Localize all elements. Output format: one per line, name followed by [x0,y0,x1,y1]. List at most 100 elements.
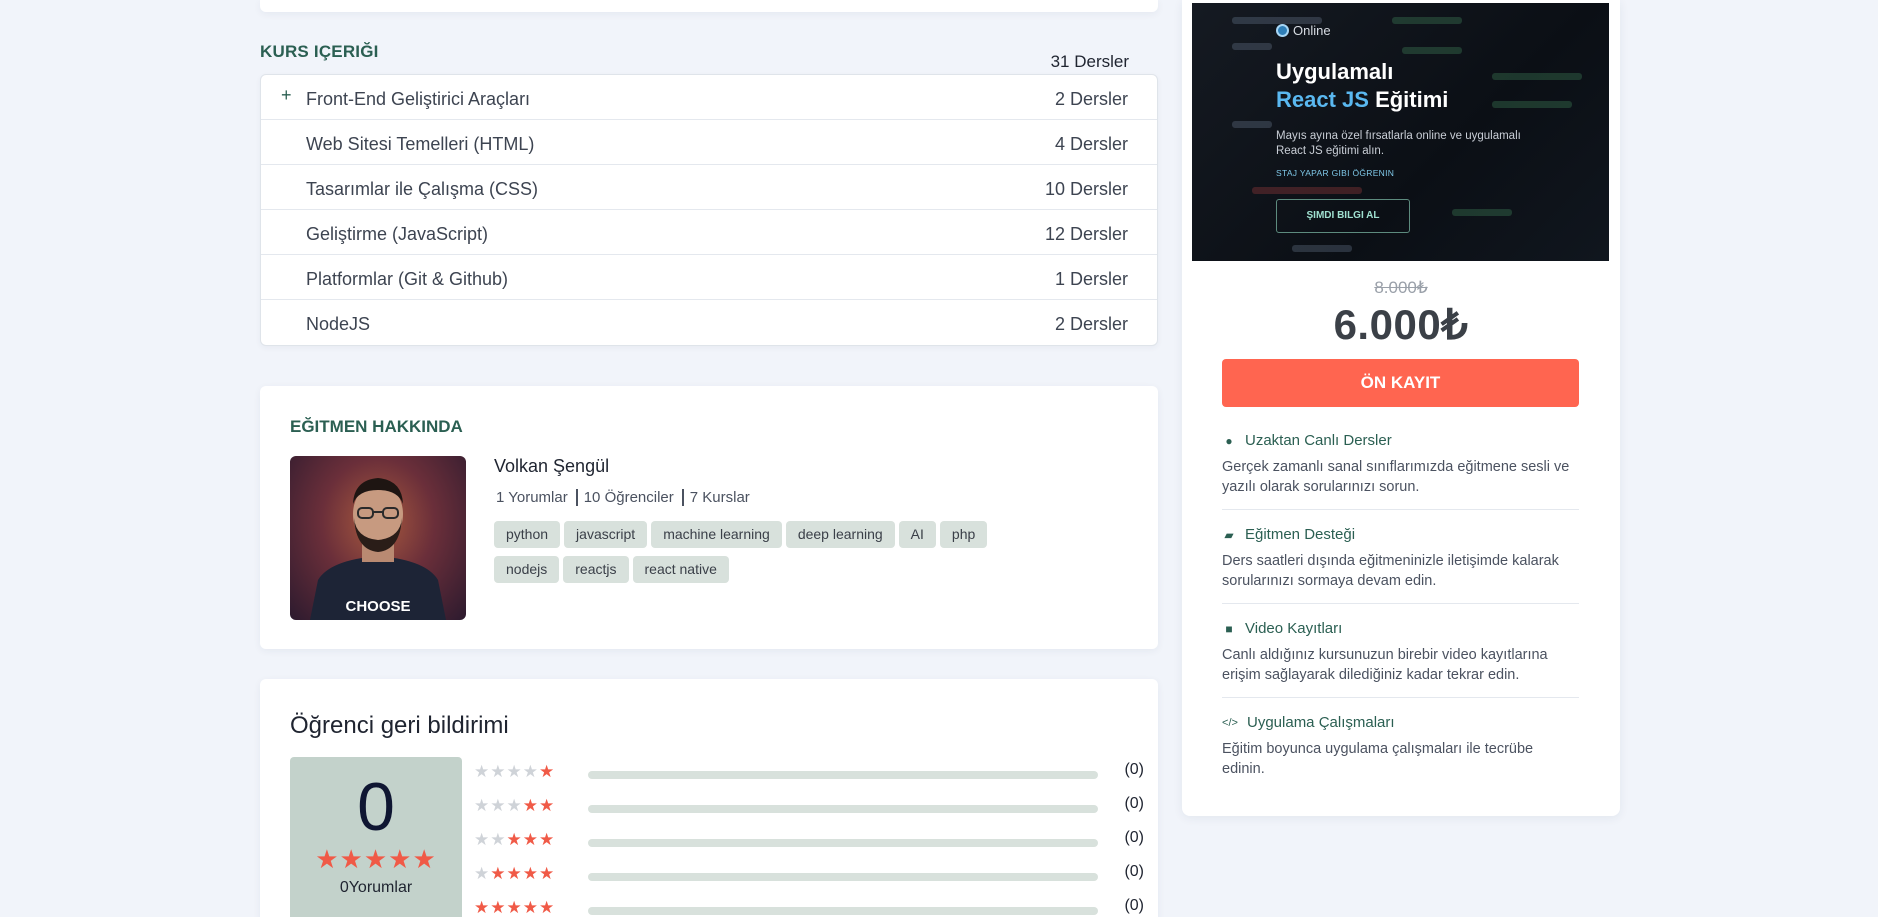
feature-practice: </> Uygulama Çalışmaları Eğitim boyunca u… [1222,714,1579,779]
star-icon: ★ [506,762,523,781]
banner-subtitle: STAJ YAPAR GIBI ÖĞRENIN [1276,168,1395,178]
code-line [1252,187,1362,194]
curriculum-section[interactable]: NodeJS 2 Dersler [261,300,1157,345]
instructor-name[interactable]: Volkan Şengül [494,456,609,477]
rating-bar [588,771,1098,779]
rating-count: (0) [1124,829,1144,846]
star-icon: ★ [522,864,539,883]
star-icon: ★ [506,864,523,883]
star-icon: ★★★★★ [474,762,555,782]
code-line [1492,101,1572,108]
tag[interactable]: php [939,521,988,548]
tag[interactable]: javascript [564,521,648,548]
curriculum-section[interactable]: Platformlar (Git & Github) 1 Dersler [261,255,1157,300]
curriculum-section[interactable]: Geliştirme (JavaScript) 12 Dersler [261,210,1157,255]
tag[interactable]: python [494,521,561,548]
pre-register-button[interactable]: ÖN KAYIT [1222,359,1579,407]
star-icon: ★ [522,830,539,849]
code-line [1232,43,1272,50]
star-icon: ★★★★★ [474,796,555,816]
section-name: Geliştirme (JavaScript) [306,224,489,244]
rating-row: ★★★★★ (0) [474,861,1144,895]
banner-title-line1: Uygulamalı [1276,59,1394,84]
curriculum-section[interactable]: Tasarımlar ile Çalışma (CSS) 10 Dersler [261,165,1157,210]
star-icon: ★ [490,898,507,917]
stat-courses: 7 Kurslar [689,489,750,506]
tag[interactable]: reactjs [563,556,629,583]
online-dot-icon [1276,24,1289,37]
divider [1222,509,1579,510]
section-name: Front-End Geliştirici Araçları [306,89,531,109]
rating-count: (0) [1124,897,1144,914]
code-line [1452,209,1512,216]
section-count: 1 Dersler [1054,269,1128,289]
online-label: Online [1293,23,1331,38]
tag[interactable]: nodejs [494,556,560,583]
feature-text: Canlı aldığınız kursunuzun birebir video… [1222,647,1548,683]
feature-live-lessons: ● Uzaktan Canlı Dersler Gerçek zamanlı sa… [1222,432,1579,497]
section-count: 4 Dersler [1054,134,1128,154]
star-icon: ★★★★★ [474,898,555,917]
shirt-text: CHOOSE [345,598,410,615]
star-icon: ★ [522,762,539,781]
feedback-score: 0 [357,769,395,845]
star-icon: ★ [539,864,556,883]
rating-breakdown: ★★★★★ (0) ★★★★★ (0) ★★★★★ (0) ★★★★★ (0) … [474,759,1144,917]
previous-card-bottom [260,0,1158,12]
star-icon: ★ [490,864,507,883]
course-sidebar: Online Uygulamalı React JS Eğitimi Mayıs… [1182,0,1620,816]
curriculum-section[interactable]: + Front-End Geliştirici Araçları 2 Dersl… [261,75,1157,120]
section-count: 10 Dersler [1044,179,1128,199]
tag[interactable]: deep learning [785,521,895,548]
chat-icon: ▰ [1224,527,1234,542]
instructor-card: EĞITMEN HAKKINDA CHOOSE Volkan Şengül 1 … [260,386,1158,649]
feature-title: Video Kayıtları [1245,620,1343,637]
star-icon: ★ [539,762,556,781]
curriculum-list: + Front-End Geliştirici Araçları 2 Dersl… [260,74,1158,346]
feature-text: Ders saatleri dışında eğitmeninizle ilet… [1222,553,1559,589]
star-icon: ★ [474,762,491,781]
rating-bar [588,839,1098,847]
plus-icon[interactable]: + [281,85,292,106]
rating-count: (0) [1124,795,1144,812]
instructor-title: EĞITMEN HAKKINDA [290,417,463,436]
star-icon: ★★★★★ [474,864,555,884]
rating-count: (0) [1124,761,1144,778]
tag[interactable]: machine learning [651,521,782,548]
tag[interactable]: AI [898,521,936,548]
star-icon: ★ [490,796,507,815]
rating-count: (0) [1124,863,1144,880]
star-icon: ★ [474,830,491,849]
instructor-tags: python javascript machine learning deep … [494,521,1054,583]
divider [1222,603,1579,604]
star-icon: ★★★★★ [315,844,437,874]
promo-banner[interactable]: Online Uygulamalı React JS Eğitimi Mayıs… [1192,3,1609,261]
tag[interactable]: react native [632,556,729,583]
current-price: 6.000₺ [1333,301,1469,348]
video-icon: ■ [1225,621,1233,636]
star-icon: ★★★★★ [474,830,555,850]
rating-row: ★★★★★ (0) [474,827,1144,861]
curriculum-section[interactable]: Web Sitesi Temelleri (HTML) 4 Dersler [261,120,1157,165]
code-line [1402,47,1462,54]
rating-row: ★★★★★ (0) [474,793,1144,827]
feedback-score-box: 0 ★★★★★ 0Yorumlar [290,757,462,917]
code-icon: </> [1222,716,1238,729]
section-name: Web Sitesi Temelleri (HTML) [306,134,535,154]
banner-title-accent: React JS [1276,87,1369,112]
star-icon: ★ [539,830,556,849]
feature-title: Uygulama Çalışmaları [1247,714,1395,731]
star-icon: ★ [490,830,507,849]
curriculum-title: KURS IÇERIĞI [260,42,379,61]
code-line [1392,17,1462,24]
star-icon: ★ [506,830,523,849]
online-badge: Online [1276,23,1331,38]
stat-students: 10 Öğrenciler [584,489,684,506]
banner-info-button[interactable]: ŞIMDI BILGI AL [1276,199,1410,233]
old-price: 8.000₺ [1374,278,1428,297]
rating-bar [588,873,1098,881]
section-name: Tasarımlar ile Çalışma (CSS) [306,179,539,199]
info-icon: ● [1225,433,1233,448]
divider [1222,697,1579,698]
code-line [1232,121,1272,128]
